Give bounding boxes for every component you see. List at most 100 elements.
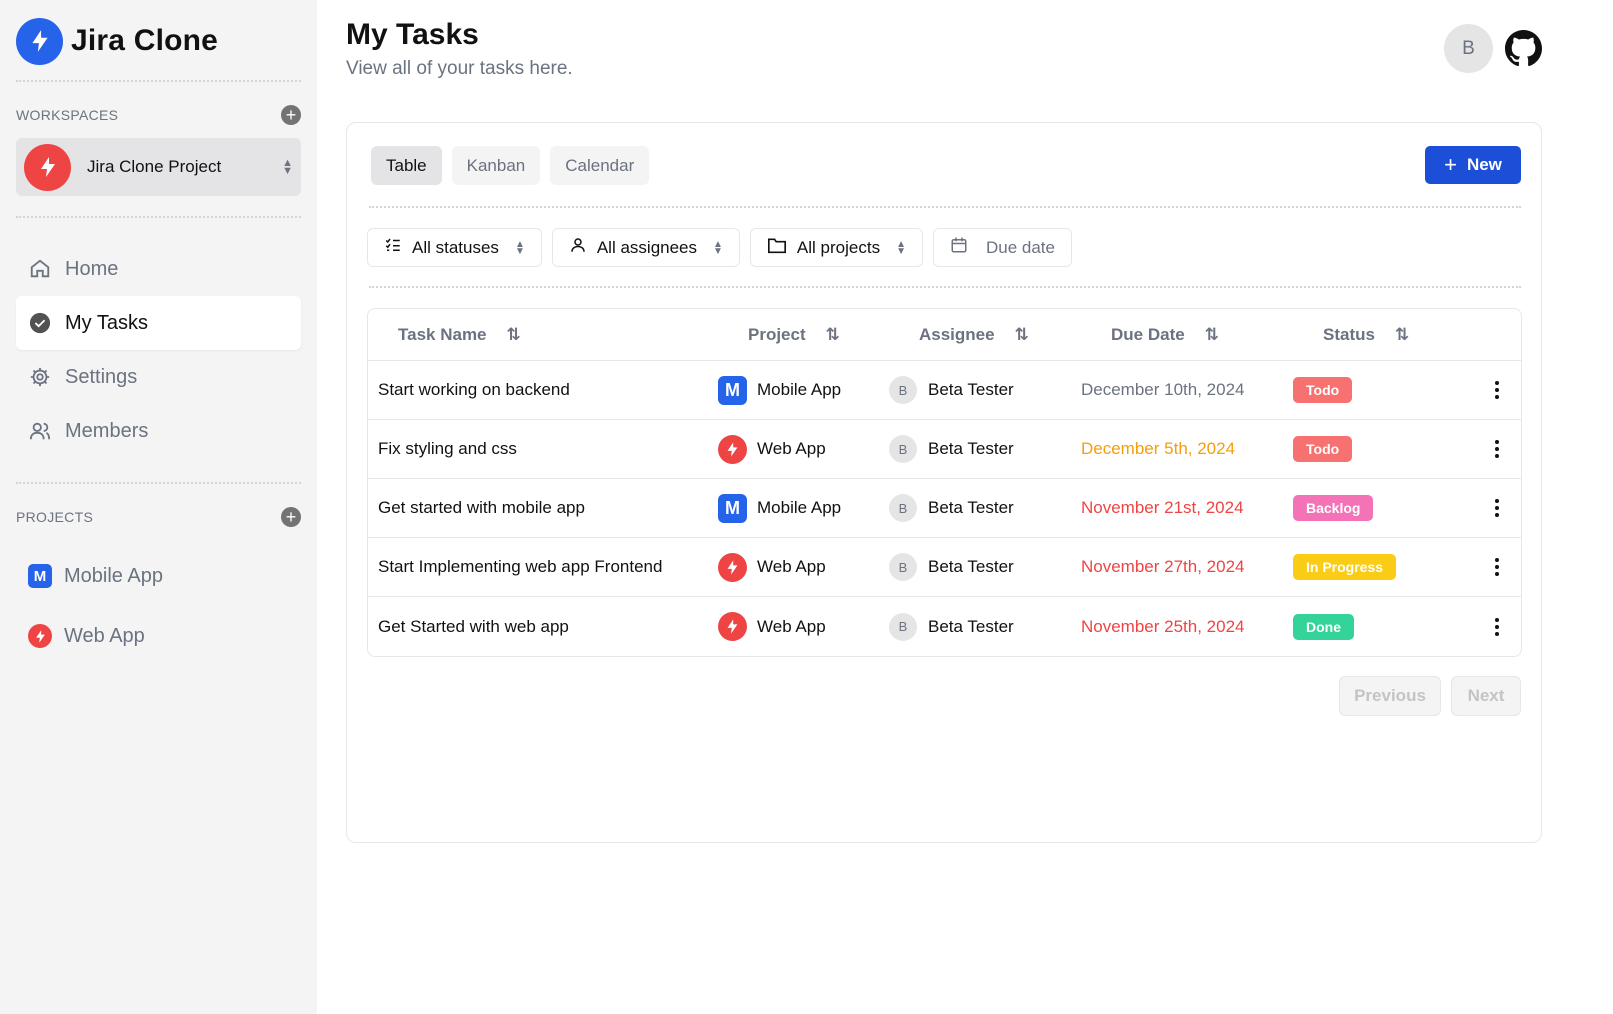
column-header-due-date[interactable]: Due Date ⇅ <box>1081 325 1293 345</box>
nav-label: Home <box>65 257 119 280</box>
task-project[interactable]: M Mobile App <box>718 493 889 523</box>
column-header-project[interactable]: Project ⇅ <box>718 325 889 345</box>
status-filter-value: All statuses <box>412 237 499 257</box>
sort-icon: ⇅ <box>1014 324 1029 344</box>
bolt-icon <box>16 17 63 65</box>
nav-item-home[interactable]: Home <box>16 242 301 296</box>
row-actions[interactable] <box>1473 558 1521 576</box>
workspaces-header: WORKSPACES + <box>16 98 301 132</box>
page-title: My Tasks <box>346 18 479 51</box>
table-row[interactable]: Start Implementing web app Frontend Web A… <box>368 538 1521 597</box>
project-filter[interactable]: All projects ▲ ▼ <box>749 228 923 267</box>
sidebar-item-mobile-app[interactable]: M Mobile App <box>16 546 301 606</box>
column-label: Task Name <box>398 324 487 344</box>
task-assignee[interactable]: B Beta Tester <box>889 553 1081 581</box>
main-content: My Tasks View all of your tasks here. B … <box>346 0 1613 1014</box>
task-name[interactable]: Get Started with web app <box>368 617 718 637</box>
column-header-assignee[interactable]: Assignee ⇅ <box>889 325 1081 345</box>
sort-icon: ⇅ <box>1394 324 1410 344</box>
check-circle-icon <box>28 311 52 335</box>
project-name: Mobile App <box>757 498 842 517</box>
task-assignee[interactable]: B Beta Tester <box>889 435 1081 463</box>
column-header-status[interactable]: Status ⇅ <box>1293 325 1473 345</box>
nav-item-settings[interactable]: Settings <box>16 350 301 404</box>
nav-item-members[interactable]: Members <box>16 404 301 458</box>
sidebar-item-web-app[interactable]: Web App <box>16 606 301 666</box>
tab-calendar[interactable]: Calendar <box>550 146 650 185</box>
filter-bar: All statuses ▲ ▼ All assignees ▲ ▼ All pro… <box>367 228 1072 267</box>
task-name[interactable]: Get started with mobile app <box>368 498 718 518</box>
column-label: Assignee <box>919 324 995 344</box>
task-project[interactable]: Web App <box>718 612 889 641</box>
column-label: Due Date <box>1111 324 1185 344</box>
status-filter[interactable]: All statuses ▲ ▼ <box>367 228 542 267</box>
chevron-up-down-icon: ▲ ▼ <box>896 238 906 257</box>
add-workspace-icon[interactable]: + <box>281 105 301 125</box>
table-row[interactable]: Fix styling and css Web App B Beta Tester De… <box>368 420 1521 479</box>
task-assignee[interactable]: B Beta Tester <box>889 494 1081 522</box>
workspace-avatar <box>24 143 71 191</box>
mobile-app-icon: M <box>718 375 747 405</box>
add-project-icon[interactable]: + <box>281 507 301 527</box>
assignee-name: Beta Tester <box>928 439 1014 458</box>
task-status: In Progress <box>1293 554 1473 580</box>
table-row[interactable]: Get started with mobile app M Mobile App B B… <box>368 479 1521 538</box>
row-actions[interactable] <box>1473 617 1521 636</box>
user-avatar[interactable]: B <box>1444 24 1493 73</box>
task-project[interactable]: Web App <box>718 434 889 464</box>
nav-item-my-tasks[interactable]: My Tasks <box>16 296 301 350</box>
task-assignee[interactable]: B Beta Tester <box>889 376 1081 404</box>
row-actions[interactable] <box>1473 440 1521 458</box>
status-badge: In Progress <box>1293 554 1397 580</box>
projects-header: PROJECTS + <box>16 500 301 534</box>
task-name[interactable]: Start Implementing web app Frontend <box>368 557 718 577</box>
previous-button[interactable]: Previous <box>1339 676 1441 716</box>
due-date-filter[interactable]: Due date <box>932 228 1072 267</box>
more-vertical-icon[interactable] <box>1495 499 1499 517</box>
project-label: Mobile App <box>64 564 163 587</box>
bolt-icon <box>718 434 747 464</box>
task-project[interactable]: Web App <box>718 552 889 582</box>
table-row[interactable]: Start working on backend M Mobile App B Beta… <box>368 361 1521 420</box>
tab-table[interactable]: Table <box>371 146 442 185</box>
tasks-table: Task Name ⇅ Project ⇅ Assignee ⇅ Due Dat… <box>367 308 1522 657</box>
assignee-name: Beta Tester <box>928 557 1014 576</box>
project-list: M Mobile App Web App <box>16 546 301 666</box>
row-actions[interactable] <box>1473 499 1521 517</box>
column-label: Status <box>1323 324 1375 344</box>
task-project[interactable]: M Mobile App <box>718 375 889 405</box>
sort-icon: ⇅ <box>1204 324 1219 344</box>
workspace-switcher[interactable]: Jira Clone Project ▲ ▼ <box>16 138 301 196</box>
github-icon[interactable] <box>1505 30 1542 67</box>
bolt-icon <box>718 612 747 641</box>
pagination: Previous Next <box>1339 676 1521 716</box>
next-button[interactable]: Next <box>1451 676 1521 716</box>
project-label: Web App <box>64 624 145 647</box>
user-icon <box>569 236 587 259</box>
task-name[interactable]: Start working on backend <box>368 380 718 400</box>
assignee-avatar: B <box>889 612 917 641</box>
more-vertical-icon[interactable] <box>1495 440 1499 458</box>
bolt-icon <box>28 624 52 648</box>
project-filter-value: All projects <box>796 237 881 257</box>
brand[interactable]: Jira Clone <box>16 0 301 80</box>
assignee-filter[interactable]: All assignees ▲ ▼ <box>551 228 740 267</box>
task-status: Backlog <box>1293 495 1473 521</box>
more-vertical-icon[interactable] <box>1495 558 1499 576</box>
plus-icon: + <box>1444 152 1457 177</box>
table-row[interactable]: Get Started with web app Web App B Beta Tes… <box>368 597 1521 656</box>
folder-icon <box>767 236 787 259</box>
more-vertical-icon[interactable] <box>1495 617 1499 636</box>
task-name[interactable]: Fix styling and css <box>368 439 718 459</box>
status-badge: Todo <box>1293 377 1353 403</box>
assignee-avatar: B <box>889 376 917 404</box>
column-header-task-name[interactable]: Task Name ⇅ <box>368 325 718 345</box>
chevron-up-down-icon: ▲ ▼ <box>514 238 525 257</box>
tab-kanban[interactable]: Kanban <box>451 146 541 185</box>
task-assignee[interactable]: B Beta Tester <box>889 612 1081 641</box>
row-actions[interactable] <box>1473 381 1521 399</box>
more-vertical-icon[interactable] <box>1495 381 1499 399</box>
assignee-avatar: B <box>889 553 917 581</box>
sort-icon: ⇅ <box>506 324 521 344</box>
new-task-button[interactable]: + New <box>1425 146 1521 184</box>
